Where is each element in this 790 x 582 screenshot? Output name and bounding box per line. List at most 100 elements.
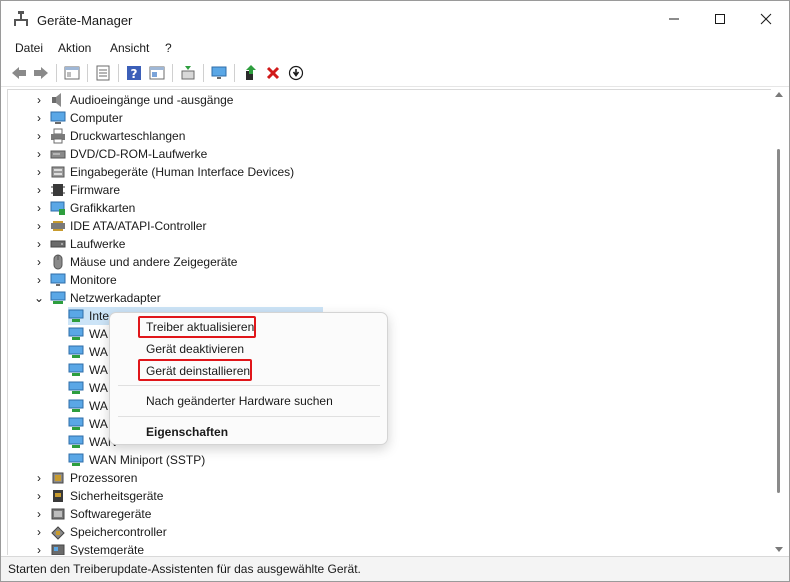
chevron-right-icon[interactable]: › <box>34 91 44 109</box>
chevron-right-icon[interactable]: › <box>34 271 44 289</box>
tree-item-graphics[interactable]: › Grafikkarten <box>8 199 748 217</box>
tree-item-label: Speichercontroller <box>70 525 167 539</box>
chevron-right-icon[interactable]: › <box>34 235 44 253</box>
tree-item-label: Audioeingänge und -ausgänge <box>70 93 234 107</box>
menu-item-disable-device[interactable]: Gerät deaktivieren <box>146 339 244 359</box>
tree-item-drives[interactable]: › Laufwerke <box>8 235 748 253</box>
details-button[interactable] <box>147 63 167 83</box>
menu-ansicht[interactable]: Ansicht <box>110 41 149 55</box>
scan-hardware-icon <box>181 66 195 80</box>
chevron-right-icon[interactable]: › <box>34 253 44 271</box>
tree-item-label: Systemgeräte <box>70 543 145 555</box>
chevron-right-icon[interactable]: › <box>34 199 44 217</box>
close-button[interactable] <box>743 1 789 37</box>
chevron-right-icon[interactable]: › <box>34 505 44 523</box>
menu-aktion[interactable]: Aktion <box>58 41 91 55</box>
tree-item-security-devices[interactable]: › Sicherheitsgeräte <box>8 487 748 505</box>
tree-item-network-adapters[interactable]: ⌄ Netzwerkadapter <box>8 289 748 307</box>
chevron-right-icon[interactable]: › <box>34 487 44 505</box>
tree-item-label: Grafikkarten <box>70 201 136 215</box>
scrollbar-thumb[interactable] <box>777 149 780 493</box>
tree-item-dvd[interactable]: › DVD/CD-ROM-Laufwerke <box>8 145 748 163</box>
scroll-down-icon[interactable] <box>775 547 783 553</box>
forward-button[interactable] <box>31 63 51 83</box>
tree-item-software-devices[interactable]: › Softwaregeräte <box>8 505 748 523</box>
mouse-icon <box>53 254 63 270</box>
scroll-up-icon[interactable] <box>775 91 783 97</box>
forward-icon <box>34 67 48 79</box>
device-manager-app-icon <box>14 11 28 26</box>
chevron-right-icon[interactable]: › <box>34 127 44 145</box>
processor-icon <box>52 472 64 484</box>
properties-button[interactable] <box>93 63 113 83</box>
scan-hardware-button[interactable] <box>178 63 198 83</box>
network-card-icon <box>68 435 84 448</box>
toolbar-separator <box>118 64 119 82</box>
tree-item-label: WA <box>89 327 108 341</box>
tree-item-storage-controllers[interactable]: › Speichercontroller <box>8 523 748 541</box>
disable-button[interactable] <box>286 63 306 83</box>
highlight-box <box>138 359 252 381</box>
chevron-right-icon[interactable]: › <box>34 217 44 235</box>
storage-controller-icon <box>51 526 65 540</box>
tree-item-monitors[interactable]: › Monitore <box>8 271 748 289</box>
chevron-right-icon[interactable]: › <box>34 541 44 555</box>
back-icon <box>12 67 26 79</box>
tree-item-label: Eingabegeräte (Human Interface Devices) <box>70 165 295 179</box>
toolbar-separator <box>234 64 235 82</box>
add-legacy-button[interactable] <box>209 63 229 83</box>
speaker-icon <box>52 93 61 107</box>
tree-item-label: Firmware <box>70 183 120 197</box>
chevron-right-icon[interactable]: › <box>34 523 44 541</box>
tree-item-processors[interactable]: › Prozessoren <box>8 469 748 487</box>
uninstall-button[interactable] <box>263 63 283 83</box>
back-button[interactable] <box>9 63 29 83</box>
console-tree-icon <box>64 66 80 80</box>
help-button[interactable]: ? <box>124 63 144 83</box>
chevron-right-icon[interactable]: › <box>34 145 44 163</box>
tree-item-mice[interactable]: › Mäuse und andere Zeigegeräte <box>8 253 748 271</box>
chevron-right-icon[interactable]: › <box>34 181 44 199</box>
context-menu: Treiber aktualisieren Gerät deaktivieren… <box>109 312 388 445</box>
minimize-button[interactable] <box>651 1 697 37</box>
chevron-right-icon[interactable]: › <box>34 109 44 127</box>
tree-item-audio[interactable]: › Audioeingänge und -ausgänge <box>8 91 748 109</box>
chevron-right-icon[interactable]: › <box>34 469 44 487</box>
menu-separator <box>118 416 380 417</box>
minimize-icon <box>669 18 679 20</box>
disable-icon <box>288 65 304 81</box>
tree-item-ide[interactable]: › IDE ATA/ATAPI-Controller <box>8 217 748 235</box>
tree-item-print-queues[interactable]: › Druckwarteschlangen <box>8 127 748 145</box>
update-driver-button[interactable] <box>241 63 261 83</box>
window-title: Geräte-Manager <box>37 13 133 28</box>
maximize-button[interactable] <box>697 1 743 37</box>
tree-item-firmware[interactable]: › Firmware <box>8 181 748 199</box>
show-hide-console-button[interactable] <box>62 63 82 83</box>
tree-item-label: Prozessoren <box>70 471 138 485</box>
tree-item-hid[interactable]: › Eingabegeräte (Human Interface Devices… <box>8 163 748 181</box>
menu-help[interactable]: ? <box>165 41 172 55</box>
tree-item-system-devices[interactable]: › Systemgeräte <box>8 541 748 555</box>
update-driver-icon <box>246 65 256 80</box>
chevron-down-icon[interactable]: ⌄ <box>34 289 44 307</box>
details-icon <box>149 66 165 80</box>
menu-datei[interactable]: Datei <box>15 41 43 55</box>
network-card-icon <box>68 381 84 394</box>
tree-item-computer[interactable]: › Computer <box>8 109 748 127</box>
firmware-icon <box>51 184 65 196</box>
tree-item-wan-miniport-sstp[interactable]: WAN Miniport (SSTP) <box>8 451 748 469</box>
printer-icon <box>51 128 65 144</box>
menu-separator <box>118 385 380 386</box>
network-card-icon <box>68 309 84 322</box>
maximize-icon <box>715 14 725 24</box>
menu-item-scan-hardware[interactable]: Nach geänderter Hardware suchen <box>146 391 333 411</box>
device-manager-window: Geräte-Manager Datei Aktion Ansicht ? ? … <box>0 0 790 582</box>
tree-item-label: DVD/CD-ROM-Laufwerke <box>70 147 208 161</box>
chevron-right-icon[interactable]: › <box>34 163 44 181</box>
monitor-icon <box>211 66 227 79</box>
vertical-scrollbar[interactable] <box>771 89 787 555</box>
close-icon <box>760 13 772 25</box>
menu-item-properties[interactable]: Eigenschaften <box>146 422 228 442</box>
toolbar-separator <box>56 64 57 82</box>
uninstall-icon <box>266 66 280 80</box>
